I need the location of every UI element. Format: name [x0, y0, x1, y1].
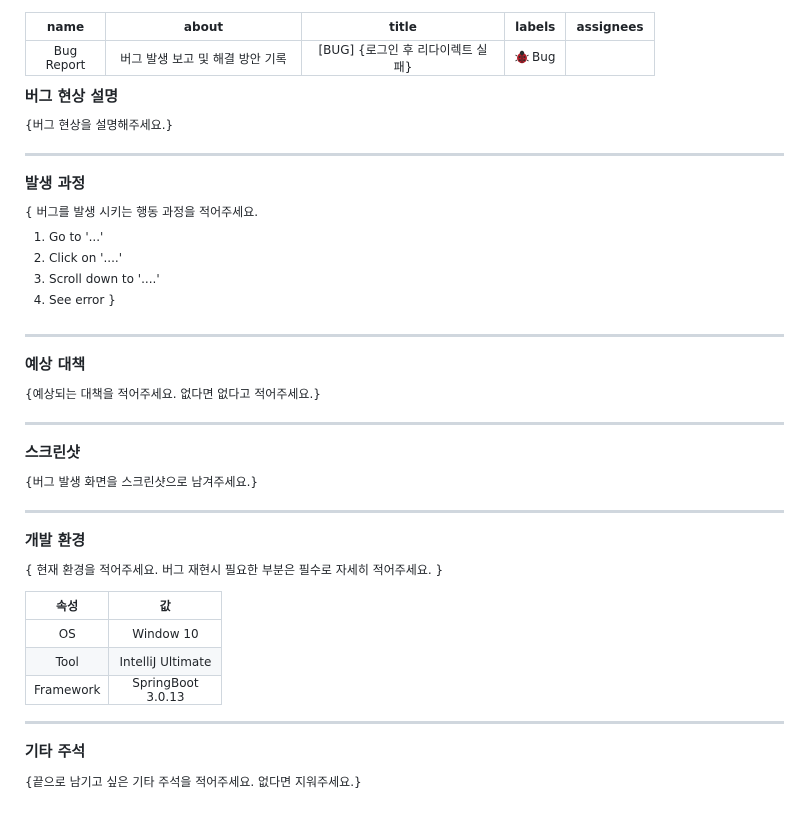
cell-name: Bug Report: [25, 40, 106, 76]
env-key: OS: [24, 619, 110, 648]
text-solution: {예상되는 대책을 적어주세요. 없다면 없다고 적어주세요.}: [25, 387, 321, 401]
cell-assignees: [565, 40, 655, 76]
environment-table: 속성 값 OS Window 10 Tool IntelliJ Ultimate…: [24, 591, 223, 705]
header-labels: labels: [503, 12, 567, 41]
label-bug[interactable]: Bug: [532, 50, 555, 64]
reproduce-steps-list: Go to '...' Click on '....' Scroll down …: [25, 227, 784, 311]
section-bug-description: 버그 현상 설명 {버그 현상을 설명해주세요.}: [25, 86, 784, 133]
text-notes: {끝으로 남기고 싶은 기타 주석을 적어주세요. 없다면 지워주세요.}: [25, 775, 362, 789]
section-divider: [25, 153, 784, 156]
env-value: IntelliJ Ultimate: [108, 647, 223, 676]
header-property: 속성: [24, 591, 110, 620]
section-divider: [25, 721, 784, 724]
list-item: Go to '...': [49, 227, 784, 248]
header-name: name: [25, 12, 106, 41]
section-notes: 기타 주석 {끝으로 남기고 싶은 기타 주석을 적어주세요. 없다면 지워주세…: [25, 741, 784, 790]
table-row: Bug Report 버그 발생 보고 및 해결 방안 기록 [BUG] {로그…: [25, 40, 655, 76]
list-item: See error }: [49, 290, 784, 311]
section-environment: 개발 환경 { 현재 환경을 적어주세요. 버그 재현시 필요한 부분은 필수로…: [24, 530, 784, 705]
section-reproduce: 발생 과정 { 버그를 발생 시키는 행동 과정을 적어주세요. Go to '…: [25, 173, 784, 311]
header-value: 값: [108, 591, 223, 620]
header-about: about: [105, 12, 302, 41]
frontmatter-table: name about title labels assignees Bug Re…: [25, 12, 655, 76]
table-header-row: 속성 값: [24, 591, 223, 620]
section-divider: [25, 334, 784, 337]
text-screenshot: {버그 발생 화면을 스크린샷으로 남겨주세요.}: [25, 475, 259, 489]
env-key: Framework: [24, 675, 110, 705]
list-item: Scroll down to '....': [49, 269, 784, 290]
text-reproduce: { 버그를 발생 시키는 행동 과정을 적어주세요.: [25, 205, 259, 219]
table-header-row: name about title labels assignees: [25, 12, 655, 41]
text-bug-description: {버그 현상을 설명해주세요.}: [25, 118, 174, 132]
section-divider: [25, 422, 784, 425]
header-title: title: [301, 12, 505, 41]
heading-bug-description: 버그 현상 설명: [25, 87, 119, 105]
section-solution: 예상 대책 {예상되는 대책을 적어주세요. 없다면 없다고 적어주세요.}: [25, 354, 784, 402]
cell-about: 버그 발생 보고 및 해결 방안 기록: [105, 40, 302, 76]
env-value: SpringBoot 3.0.13: [108, 675, 223, 705]
env-key: Tool: [24, 647, 110, 676]
text-environment: { 현재 환경을 적어주세요. 버그 재현시 필요한 부분은 필수로 자세히 적…: [25, 563, 444, 577]
heading-notes: 기타 주석: [25, 742, 86, 760]
env-value: Window 10: [108, 619, 223, 648]
table-row: Tool IntelliJ Ultimate: [24, 647, 223, 676]
cell-title: [BUG] {로그인 후 리다이렉트 실패}: [301, 40, 505, 76]
section-divider: [25, 510, 784, 513]
heading-screenshot: 스크린샷: [25, 443, 81, 461]
header-assignees: assignees: [565, 12, 655, 41]
cell-labels: Bug: [503, 40, 567, 76]
table-row: Framework SpringBoot 3.0.13: [24, 675, 223, 705]
section-screenshot: 스크린샷 {버그 발생 화면을 스크린샷으로 남겨주세요.}: [25, 442, 784, 490]
ladybug-icon: [515, 50, 529, 67]
heading-solution: 예상 대책: [25, 355, 86, 373]
document: name about title labels assignees Bug Re…: [0, 0, 804, 789]
table-row: OS Window 10: [24, 619, 223, 648]
list-item: Click on '....': [49, 248, 784, 269]
heading-environment: 개발 환경: [25, 531, 86, 549]
heading-reproduce: 발생 과정: [25, 174, 86, 192]
